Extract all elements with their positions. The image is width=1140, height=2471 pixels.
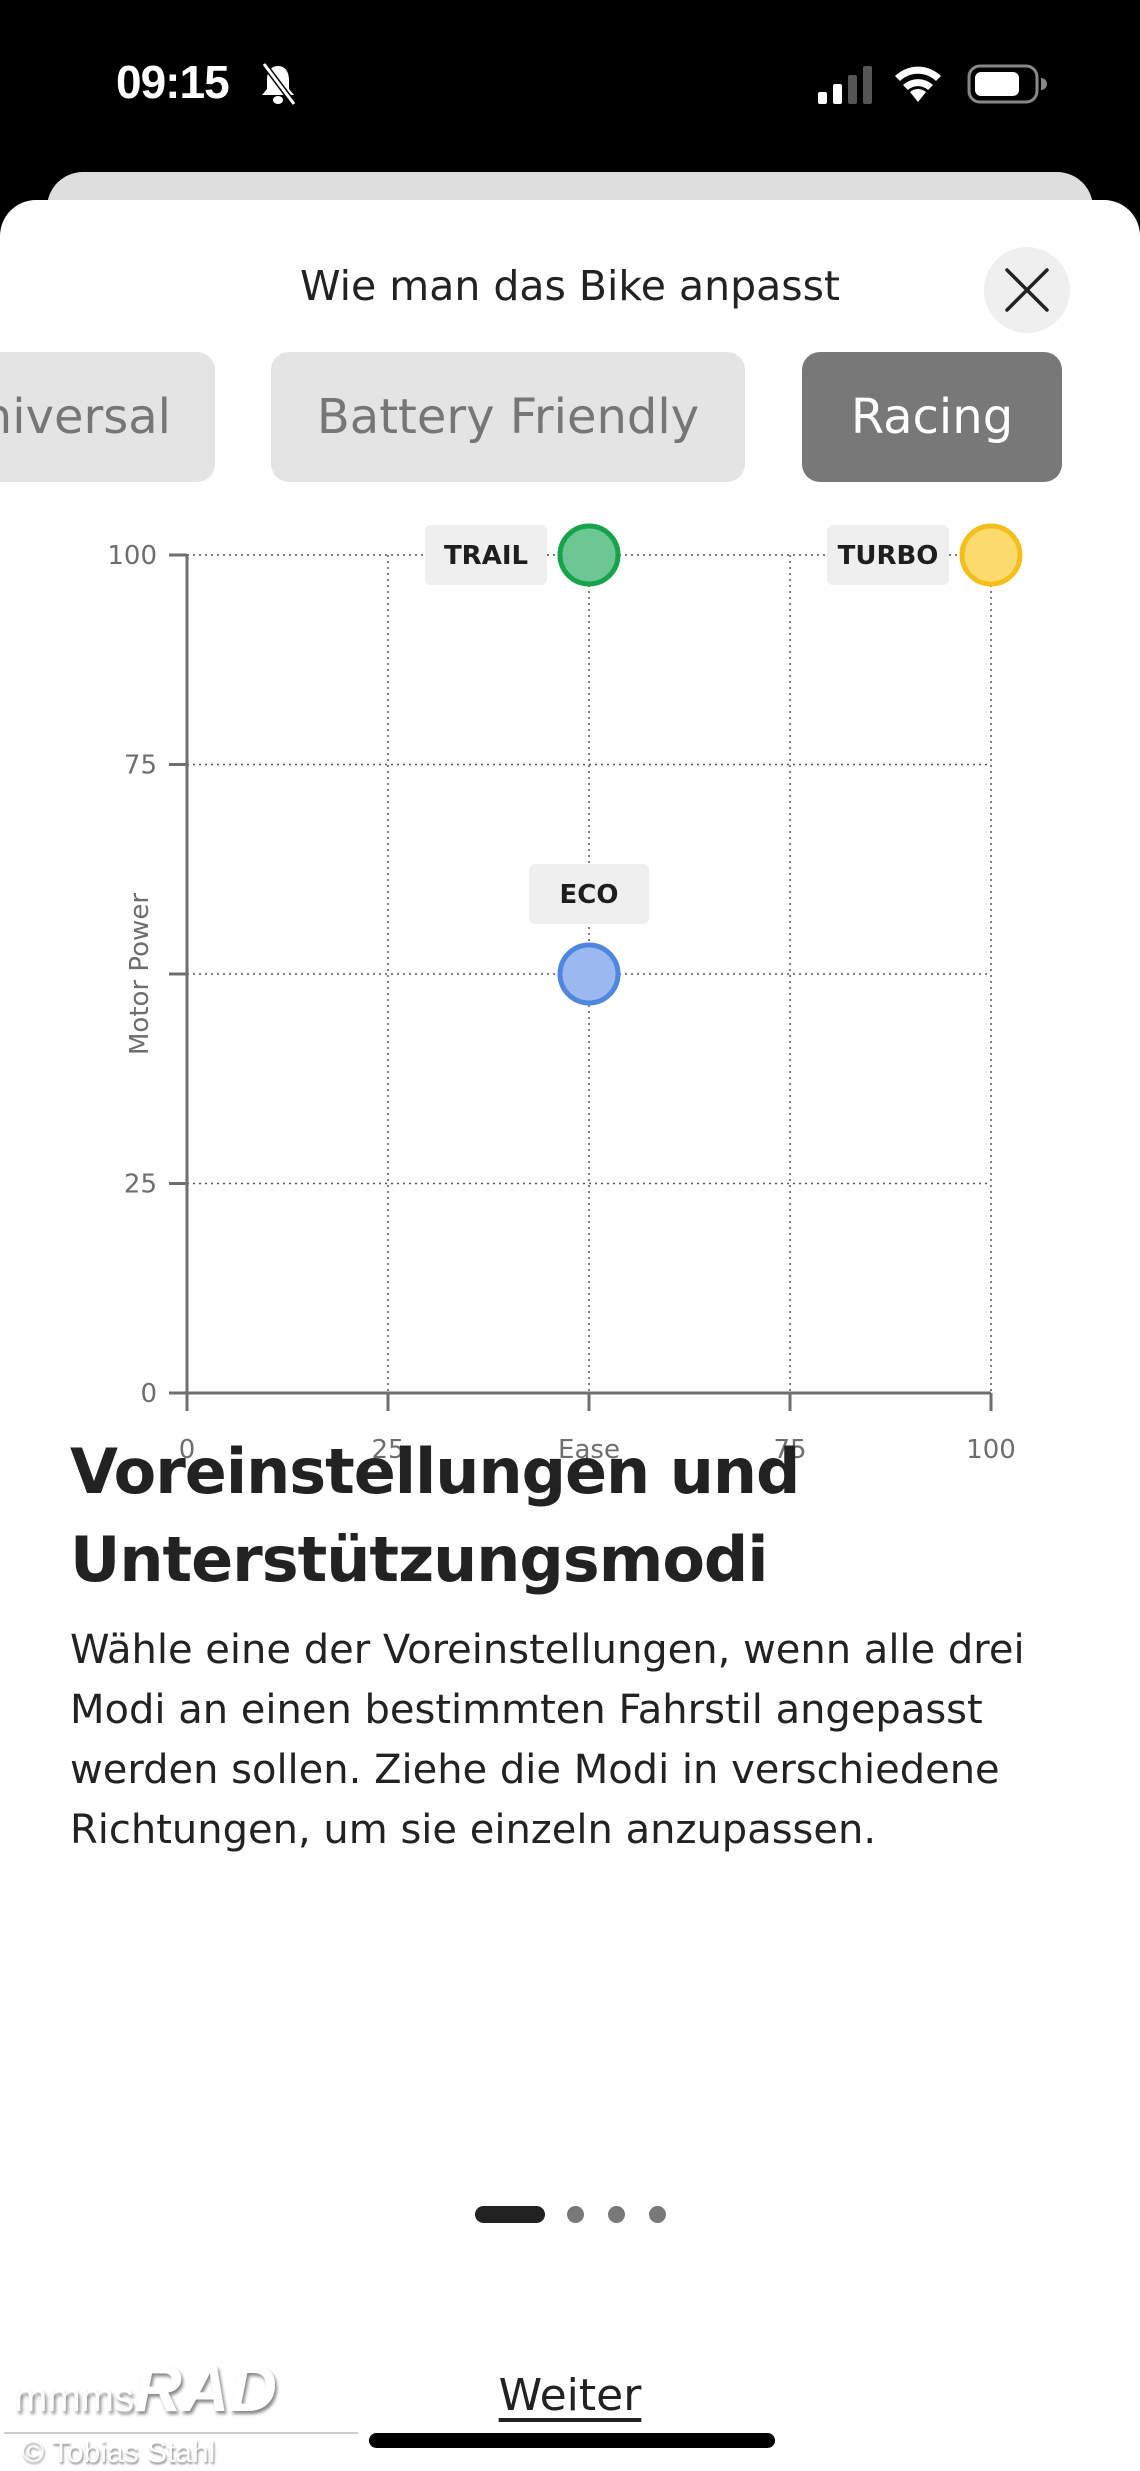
watermark-brand-small: mmms <box>14 2376 134 2420</box>
bottom-sheet: Wie man das Bike anpasst Universal Batte… <box>0 200 1140 2471</box>
next-button[interactable]: Weiter <box>499 2370 642 2421</box>
y-tick-label: 75 <box>124 751 157 781</box>
content-body: Wähle eine der Voreinstellungen, wenn al… <box>70 1627 1025 1853</box>
tab-label: Universal <box>0 389 171 445</box>
home-indicator[interactable] <box>369 2433 775 2448</box>
page-dot[interactable] <box>608 2206 625 2223</box>
sheet-title: Wie man das Bike anpasst <box>299 262 841 310</box>
status-bar: 09:15 <box>0 0 1140 170</box>
tab-universal[interactable]: Universal <box>0 352 215 482</box>
y-tick-label: 0 <box>140 1379 157 1409</box>
mode-chart: 0 25 75 100 0 25 Ease 75 100 Motor Power TRAIL TUR… <box>0 500 1140 1500</box>
mode-scatter-chart: 025751000 25 Ease 75 100Motor Power TRAIL TUR… <box>107 523 1023 1465</box>
point-label: ECO <box>560 880 619 910</box>
tab-battery-friendly[interactable]: Battery Friendly <box>271 352 745 482</box>
mode-point-eco[interactable] <box>557 942 621 1006</box>
page-indicator <box>0 2206 1140 2226</box>
watermark-brand: mmmsRAD <box>14 2350 277 2426</box>
y-tick-label: 25 <box>124 1170 157 1200</box>
point-label: TRAIL <box>444 541 528 571</box>
cellular-signal-icon <box>818 66 872 104</box>
watermark-brand-large: RAD <box>133 2351 277 2425</box>
status-time: 09:15 <box>116 56 230 108</box>
close-button[interactable] <box>984 247 1070 333</box>
page-dot[interactable] <box>475 2206 545 2223</box>
page-dot[interactable] <box>567 2206 584 2223</box>
watermark: mmmsRAD © Tobias Stahl <box>4 2350 364 2471</box>
content-title: Voreinstellungen und Unterstützungsmodi <box>70 1435 800 1596</box>
page-dot[interactable] <box>649 2206 666 2223</box>
tab-label: Battery Friendly <box>316 389 700 445</box>
mode-point-trail[interactable] <box>557 523 621 587</box>
mode-point-turbo[interactable] <box>959 523 1023 587</box>
close-icon <box>1005 268 1049 312</box>
bell-slash-icon <box>261 62 297 106</box>
y-tick-label: 100 <box>107 541 157 571</box>
point-label: TURBO <box>838 541 939 571</box>
y-axis-title: Motor Power <box>125 893 155 1055</box>
tab-racing[interactable]: Racing <box>802 352 1062 482</box>
tab-label: Racing <box>850 389 1014 445</box>
battery-icon <box>967 64 1047 104</box>
wifi-icon <box>895 66 941 102</box>
preset-tabs: Universal Battery Friendly Racing <box>0 352 1140 482</box>
watermark-copyright: © Tobias Stahl <box>22 2436 216 2469</box>
watermark-divider <box>4 2432 358 2434</box>
